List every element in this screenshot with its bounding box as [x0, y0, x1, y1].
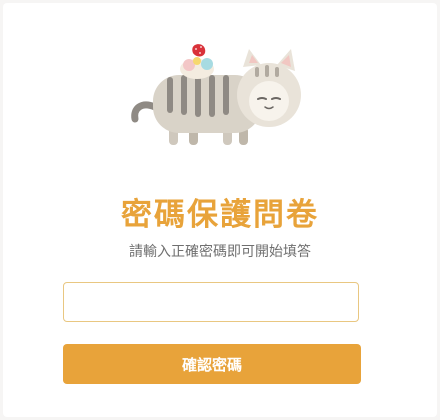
page-subtitle: 請輸入正確密碼即可開始填答 [129, 244, 311, 260]
cat-with-strawberry-cake-icon [131, 44, 301, 145]
page-title: 密碼保護問卷 [121, 197, 319, 233]
password-card: 密碼保護問卷 請輸入正確密碼即可開始填答 確認密碼 [3, 3, 437, 417]
password-input[interactable] [63, 282, 359, 322]
confirm-password-button[interactable]: 確認密碼 [63, 344, 361, 384]
